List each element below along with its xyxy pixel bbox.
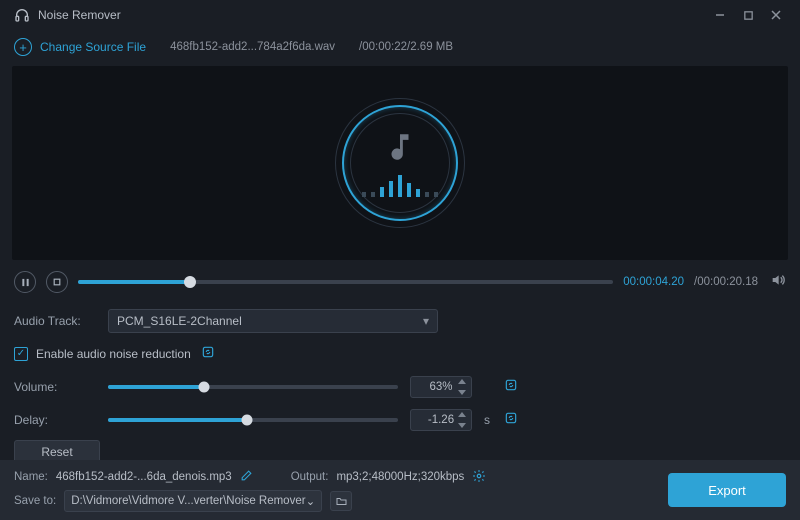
edit-icon[interactable]: [240, 469, 253, 485]
delay-label: Delay:: [14, 413, 96, 427]
delay-value-input[interactable]: -1.26: [410, 409, 472, 431]
chevron-down-icon: ⌄: [306, 494, 316, 508]
toolbar: + Change Source File 468fb152-add2...784…: [0, 30, 800, 64]
headphones-icon: [14, 7, 30, 23]
audio-track-select[interactable]: PCM_S16LE-2Channel ▾: [108, 309, 438, 333]
delay-slider[interactable]: [108, 418, 398, 422]
playback-bar: 00:00:04.20/00:00:20.18: [14, 268, 786, 296]
volume-label: Volume:: [14, 380, 96, 394]
duration-time: /00:00:20.18: [694, 276, 758, 288]
gear-icon[interactable]: [472, 469, 486, 486]
stepper-icon[interactable]: [458, 379, 468, 395]
volume-value-input[interactable]: 63%: [410, 376, 472, 398]
source-meta: /00:00:22/2.69 MB: [359, 41, 453, 53]
save-path-select[interactable]: D:\Vidmore\Vidmore V...verter\Noise Remo…: [64, 490, 322, 512]
current-time: 00:00:04.20: [623, 276, 684, 288]
close-button[interactable]: [762, 1, 790, 29]
plus-icon: +: [14, 38, 32, 56]
noise-reduction-checkbox[interactable]: ✓ Enable audio noise reduction: [14, 345, 215, 362]
change-source-button[interactable]: + Change Source File: [14, 38, 146, 56]
volume-icon[interactable]: [770, 272, 786, 293]
volume-sync-icon[interactable]: [504, 378, 518, 395]
audio-track-value: PCM_S16LE-2Channel: [117, 314, 242, 328]
check-icon: ✓: [14, 347, 28, 361]
delay-sync-icon[interactable]: [504, 411, 518, 428]
stepper-icon[interactable]: [458, 412, 468, 428]
controls-panel: Audio Track: PCM_S16LE-2Channel ▾ ✓ Enab…: [14, 304, 786, 464]
app-title: Noise Remover: [38, 8, 121, 22]
titlebar: Noise Remover: [0, 0, 800, 30]
footer: Name: 468fb152-add2-...6da_denois.mp3 Ou…: [0, 460, 800, 520]
export-button[interactable]: Export: [668, 473, 786, 507]
seek-slider[interactable]: [78, 280, 613, 284]
stop-button[interactable]: [46, 271, 68, 293]
maximize-button[interactable]: [734, 1, 762, 29]
audio-visual-disc: [335, 98, 465, 228]
name-key: Name:: [14, 471, 48, 483]
equalizer-icon: [362, 175, 438, 197]
output-name: 468fb152-add2-...6da_denois.mp3: [56, 471, 232, 483]
output-key: Output:: [291, 471, 329, 483]
preview-area: [12, 66, 788, 260]
audio-track-label: Audio Track:: [14, 314, 96, 328]
change-source-label: Change Source File: [40, 40, 146, 54]
minimize-button[interactable]: [706, 1, 734, 29]
pause-button[interactable]: [14, 271, 36, 293]
source-filename: 468fb152-add2...784a2f6da.wav: [170, 41, 335, 53]
noise-reduction-label: Enable audio noise reduction: [36, 347, 191, 361]
chevron-down-icon: ▾: [423, 314, 429, 328]
volume-slider[interactable]: [108, 385, 398, 389]
music-note-icon: [383, 130, 417, 169]
save-key: Save to:: [14, 495, 56, 507]
delay-unit: s: [484, 413, 492, 427]
save-path-value: D:\Vidmore\Vidmore V...verter\Noise Remo…: [71, 495, 305, 507]
output-format: mp3;2;48000Hz;320kbps: [336, 471, 464, 483]
sync-icon[interactable]: [201, 345, 215, 362]
open-folder-button[interactable]: [330, 491, 352, 511]
